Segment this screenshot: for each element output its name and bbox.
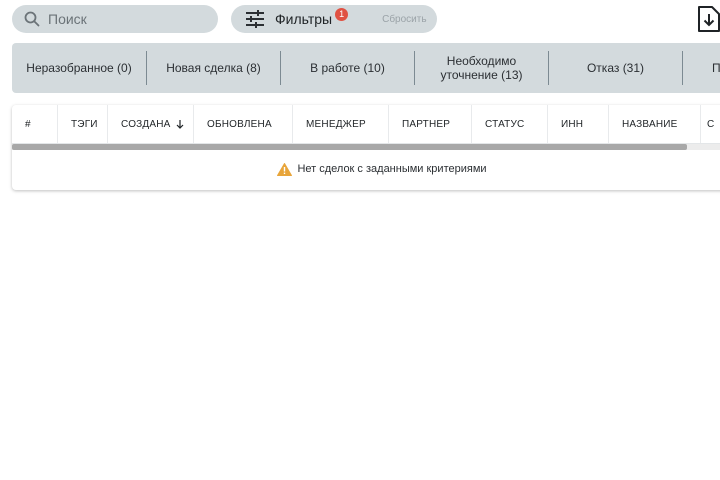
empty-state: Нет сделок с заданными критериями	[12, 157, 720, 181]
empty-state-message: Нет сделок с заданными критериями	[297, 163, 487, 175]
status-tab-in-progress[interactable]: В работе (10)	[281, 51, 415, 85]
deals-table: # ТЭГИ СОЗДАНА ОБНОВЛЕНА МЕНЕДЖЕР ПАРТНЕ…	[12, 105, 720, 190]
column-header-manager[interactable]: МЕНЕДЖЕР	[293, 105, 389, 143]
status-tabs: Неразобранное (0) Новая сделка (8) В раб…	[12, 43, 720, 93]
scrollbar-thumb[interactable]	[12, 144, 687, 150]
download-file-icon[interactable]	[697, 6, 720, 32]
search-icon	[24, 11, 40, 27]
arrow-down-icon	[176, 120, 183, 129]
table-header: # ТЭГИ СОЗДАНА ОБНОВЛЕНА МЕНЕДЖЕР ПАРТНЕ…	[12, 105, 720, 144]
status-tab-next[interactable]: П	[683, 51, 720, 85]
filters-button[interactable]: Фильтры 1 Сбросить	[231, 5, 437, 33]
column-header-updated[interactable]: ОБНОВЛЕНА	[194, 105, 293, 143]
sliders-icon	[246, 10, 264, 28]
horizontal-scrollbar[interactable]	[12, 144, 720, 150]
column-header-partner[interactable]: ПАРТНЕР	[389, 105, 472, 143]
reset-filters-button[interactable]: Сбросить	[382, 14, 426, 25]
filters-label: Фильтры	[275, 11, 333, 27]
search-box[interactable]	[12, 5, 218, 33]
column-header-status[interactable]: СТАТУС	[472, 105, 548, 143]
warning-icon	[277, 162, 293, 176]
column-header-inn[interactable]: ИНН	[548, 105, 609, 143]
column-header-next[interactable]: С	[701, 105, 720, 143]
column-header-created[interactable]: СОЗДАНА	[108, 105, 194, 143]
search-input[interactable]	[46, 10, 200, 28]
column-header-number[interactable]: #	[12, 105, 58, 143]
status-tab-new-deal[interactable]: Новая сделка (8)	[147, 51, 281, 85]
status-tab-rejected[interactable]: Отказ (31)	[549, 51, 683, 85]
column-header-name[interactable]: НАЗВАНИЕ	[609, 105, 701, 143]
status-tab-unsorted[interactable]: Неразобранное (0)	[12, 51, 147, 85]
column-header-tags[interactable]: ТЭГИ	[58, 105, 108, 143]
filters-count-badge: 1	[335, 7, 349, 21]
status-tab-clarification[interactable]: Необходимо уточнение (13)	[415, 51, 549, 85]
